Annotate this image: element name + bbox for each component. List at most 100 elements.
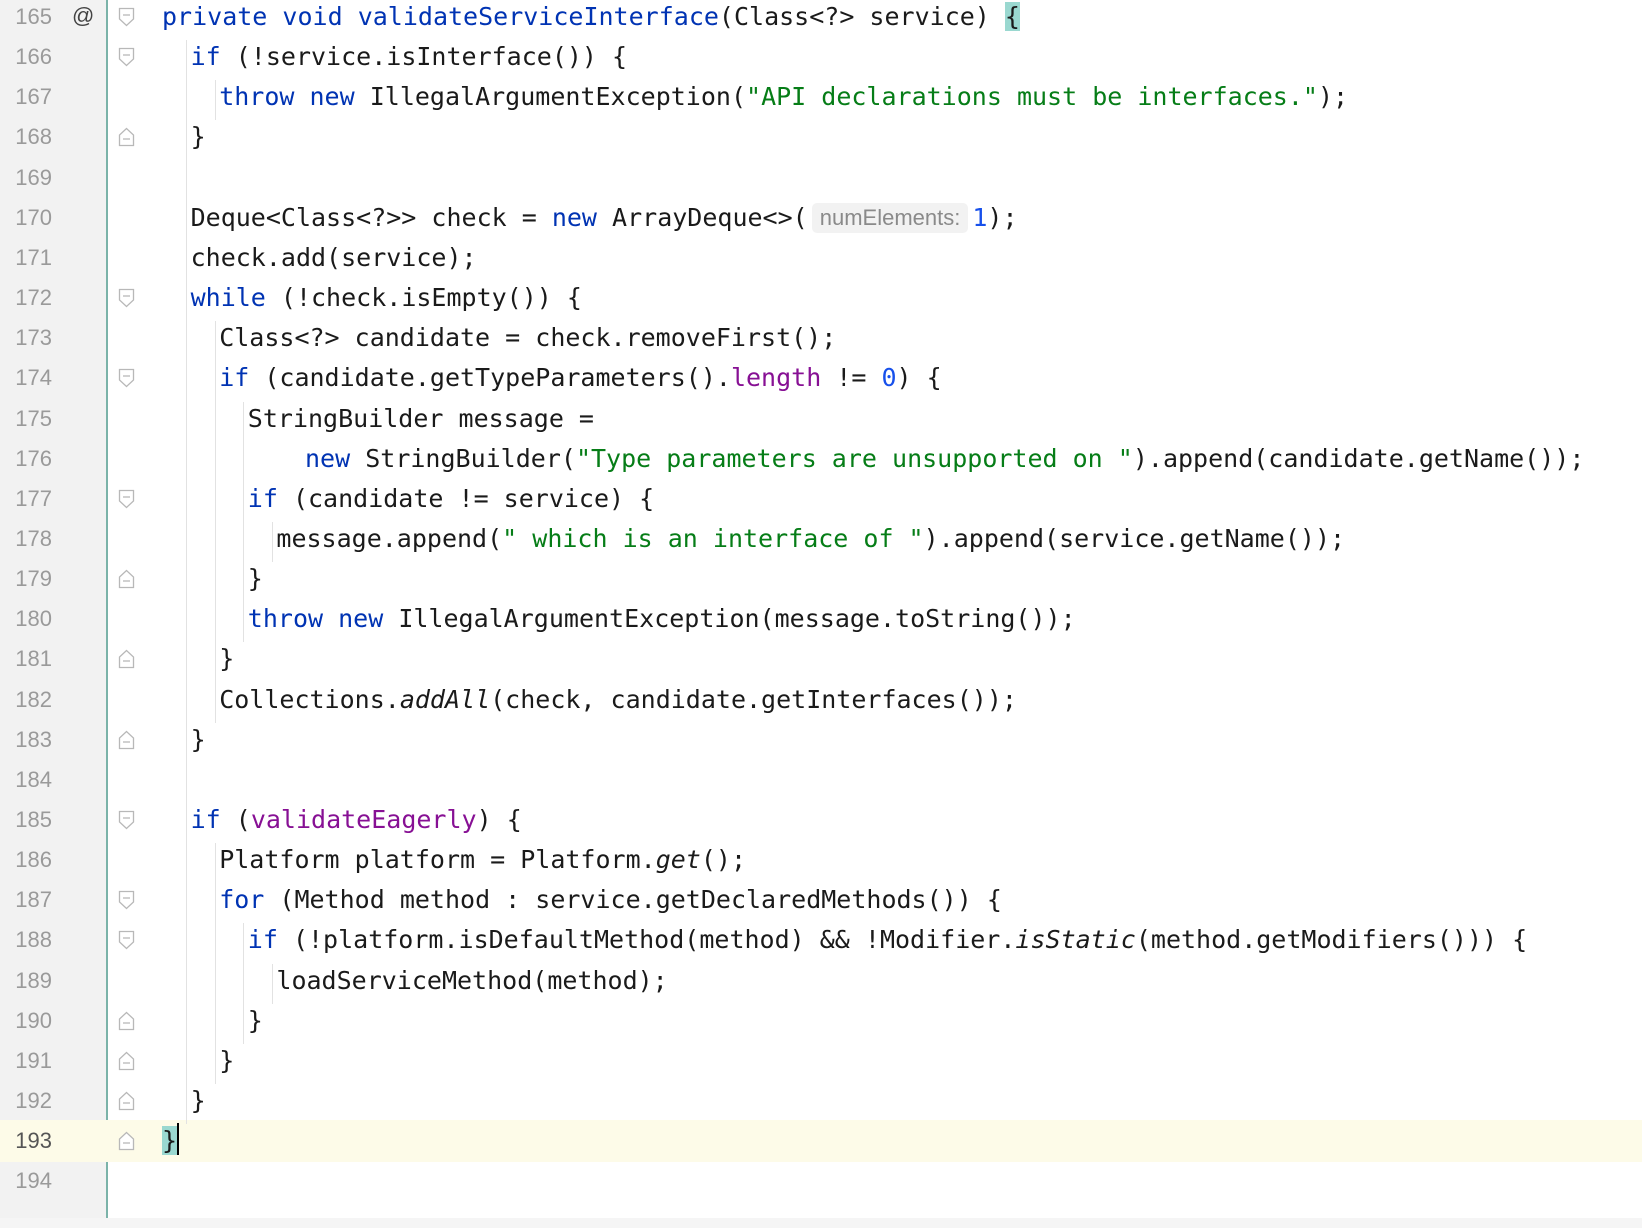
line-number[interactable]: 169 bbox=[0, 157, 52, 199]
keyword: new bbox=[551, 202, 613, 232]
code-line[interactable]: 171 check.add(service); bbox=[0, 237, 1642, 279]
keyword: throw bbox=[219, 82, 310, 112]
line-number[interactable]: 181 bbox=[0, 638, 52, 680]
code-line[interactable]: 183} bbox=[0, 719, 1642, 761]
keyword: private bbox=[162, 2, 283, 31]
code-line[interactable]: 175 StringBuilder message = bbox=[0, 398, 1642, 440]
code-text[interactable]: new StringBuilder("Type parameters are u… bbox=[305, 438, 1584, 480]
line-number[interactable]: 191 bbox=[0, 1040, 52, 1082]
override-marker-icon[interactable]: @ bbox=[72, 0, 94, 36]
line-number[interactable]: 180 bbox=[0, 598, 52, 640]
code-line[interactable]: 181} bbox=[0, 638, 1642, 680]
code-line[interactable]: 180 throw new IllegalArgumentException(me… bbox=[0, 598, 1642, 640]
code-text[interactable]: StringBuilder message = bbox=[248, 398, 594, 440]
line-number[interactable]: 187 bbox=[0, 879, 52, 921]
code-line[interactable]: 177 if (candidate != service) { bbox=[0, 478, 1642, 520]
code-text[interactable]: throw new IllegalArgumentException(messa… bbox=[248, 598, 1076, 640]
code-text[interactable]: throw new IllegalArgumentException("API … bbox=[219, 76, 1348, 118]
code-text[interactable]: loadServiceMethod(method); bbox=[276, 960, 667, 1002]
line-number[interactable]: 183 bbox=[0, 719, 52, 761]
code-text[interactable]: Platform platform = Platform.get(); bbox=[219, 839, 746, 881]
code-line[interactable]: 184 bbox=[0, 759, 1642, 801]
code-line[interactable]: 179} bbox=[0, 558, 1642, 600]
string-literal: "Type parameters are unsupported on " bbox=[575, 443, 1133, 473]
indent-guide bbox=[186, 40, 187, 1125]
code-line[interactable]: 189 loadServiceMethod(method); bbox=[0, 960, 1642, 1002]
line-number[interactable]: 176 bbox=[0, 438, 52, 480]
line-number[interactable]: 168 bbox=[0, 116, 52, 158]
line-number[interactable]: 185 bbox=[0, 799, 52, 841]
code-line[interactable]: 166 if (!service.isInterface()) { bbox=[0, 36, 1642, 78]
code-text[interactable]: Class<?> candidate = check.removeFirst()… bbox=[219, 317, 836, 359]
code-text[interactable]: } bbox=[219, 638, 234, 680]
code-line[interactable]: 170 Deque<Class<?>> check = new ArrayDequ… bbox=[0, 197, 1642, 239]
code-line[interactable]: 165 @ private void validateServiceInterfac… bbox=[0, 0, 1642, 38]
code-text[interactable]: private void validateServiceInterface(Cl… bbox=[162, 0, 1020, 38]
code-text[interactable]: for (Method method : service.getDeclared… bbox=[219, 879, 1002, 921]
code-token: Platform platform = Platform. bbox=[219, 845, 656, 875]
code-line[interactable]: 194 bbox=[0, 1160, 1642, 1202]
code-text[interactable]: if (validateEagerly) { bbox=[191, 799, 522, 841]
code-line[interactable]: 190} bbox=[0, 1000, 1642, 1042]
code-line[interactable]: 182 Collections.addAll(check, candidate.g… bbox=[0, 679, 1642, 721]
code-text[interactable]: if (candidate != service) { bbox=[248, 478, 654, 520]
code-text[interactable]: } bbox=[248, 558, 263, 600]
code-text[interactable]: Deque<Class<?>> check = new ArrayDeque<>… bbox=[191, 197, 1018, 239]
code-line[interactable]: 186 Platform platform = Platform.get(); bbox=[0, 839, 1642, 881]
line-number[interactable]: 171 bbox=[0, 237, 52, 279]
code-line[interactable]: 173 Class<?> candidate = check.removeFirs… bbox=[0, 317, 1642, 359]
line-number[interactable]: 186 bbox=[0, 839, 52, 881]
code-line[interactable]: 178 message.append(" which is an interfac… bbox=[0, 518, 1642, 560]
code-text[interactable]: } bbox=[248, 1000, 263, 1042]
line-number[interactable]: 166 bbox=[0, 36, 52, 78]
code-line[interactable]: 168} bbox=[0, 116, 1642, 158]
code-line[interactable]: 191} bbox=[0, 1040, 1642, 1082]
line-number[interactable]: 177 bbox=[0, 478, 52, 520]
code-text[interactable]: } bbox=[191, 116, 206, 158]
code-line[interactable]: 174 if (candidate.getTypeParameters().len… bbox=[0, 357, 1642, 399]
code-token: message.append( bbox=[276, 523, 503, 553]
code-token: ) { bbox=[476, 805, 522, 834]
code-line[interactable]: 176 new StringBuilder("Type parameters ar… bbox=[0, 438, 1642, 480]
line-number[interactable]: 190 bbox=[0, 1000, 52, 1042]
code-text[interactable]: } bbox=[191, 719, 206, 761]
code-line[interactable]: 185 if (validateEagerly) { bbox=[0, 799, 1642, 841]
line-number[interactable]: 170 bbox=[0, 197, 52, 239]
line-number[interactable]: 188 bbox=[0, 919, 52, 961]
code-text[interactable]: Collections.addAll(check, candidate.getI… bbox=[219, 679, 1017, 721]
code-line[interactable]: 167 throw new IllegalArgumentException("A… bbox=[0, 76, 1642, 118]
line-number[interactable]: 182 bbox=[0, 679, 52, 721]
line-number[interactable]: 167 bbox=[0, 76, 52, 118]
line-number[interactable]: 179 bbox=[0, 558, 52, 600]
code-text[interactable]: if (!platform.isDefaultMethod(method) &&… bbox=[248, 919, 1527, 961]
line-number[interactable]: 184 bbox=[0, 759, 52, 801]
line-number[interactable]: 178 bbox=[0, 518, 52, 560]
code-text[interactable]: if (!service.isInterface()) { bbox=[191, 36, 628, 78]
code-line[interactable]: 188 if (!platform.isDefaultMethod(method)… bbox=[0, 919, 1642, 961]
code-text[interactable]: } bbox=[162, 1120, 180, 1162]
line-number[interactable]: 189 bbox=[0, 960, 52, 1002]
code-editor[interactable]: 165 @ private void validateServiceInterfac… bbox=[0, 0, 1642, 1228]
code-line[interactable]: 169 bbox=[0, 157, 1642, 199]
line-number[interactable]: 193 bbox=[0, 1120, 52, 1162]
code-text[interactable]: if (candidate.getTypeParameters().length… bbox=[219, 357, 942, 399]
line-number[interactable]: 175 bbox=[0, 398, 52, 440]
field-reference: length bbox=[730, 363, 822, 393]
code-line[interactable]: 187 for (Method method : service.getDecla… bbox=[0, 879, 1642, 921]
code-text[interactable]: } bbox=[219, 1040, 234, 1082]
line-number[interactable]: 194 bbox=[0, 1160, 52, 1202]
indent-guide bbox=[243, 923, 245, 1044]
line-number[interactable]: 174 bbox=[0, 357, 52, 399]
code-line[interactable]: 172 while (!check.isEmpty()) { bbox=[0, 277, 1642, 319]
line-number[interactable]: 165 bbox=[0, 0, 52, 38]
line-number[interactable]: 192 bbox=[0, 1080, 52, 1122]
code-text[interactable]: check.add(service); bbox=[191, 237, 477, 279]
code-text[interactable]: message.append(" which is an interface o… bbox=[276, 518, 1345, 560]
code-text[interactable]: while (!check.isEmpty()) { bbox=[191, 277, 582, 319]
line-number[interactable]: 173 bbox=[0, 317, 52, 359]
code-text[interactable]: } bbox=[191, 1080, 206, 1122]
line-number[interactable]: 172 bbox=[0, 277, 52, 319]
code-line[interactable]: 193} bbox=[0, 1120, 1642, 1163]
code-line[interactable]: 192} bbox=[0, 1080, 1642, 1122]
code-token: ) { bbox=[896, 363, 942, 393]
